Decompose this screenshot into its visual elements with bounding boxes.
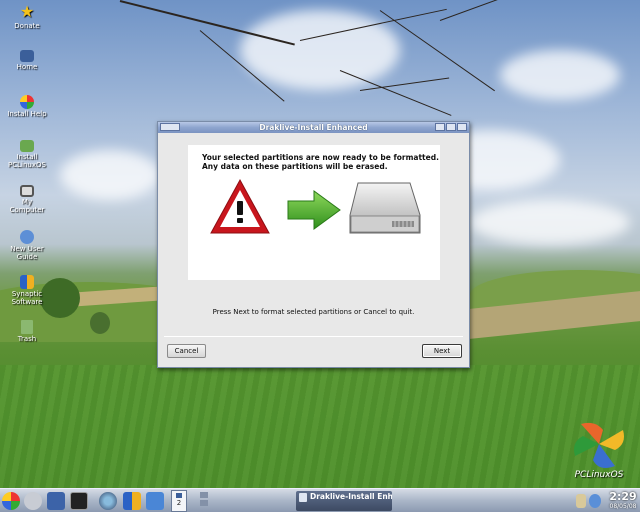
desktop-icon-label: PCLinuxOS [8, 161, 46, 169]
minimize-button[interactable] [435, 123, 445, 131]
tree-branch [339, 70, 452, 116]
cloud [60, 150, 160, 200]
logo-text: PCLinuxOS [574, 470, 624, 480]
desktop-icon-label: New User [10, 245, 44, 253]
clock-date: 08/05/08 [609, 503, 637, 510]
tree [90, 312, 110, 334]
tree-branch [439, 0, 553, 21]
separator [164, 336, 463, 337]
desktop-icon-home[interactable]: Home [2, 50, 52, 71]
clock-time: 2:29 [609, 490, 637, 503]
terminal-icon[interactable] [70, 492, 88, 510]
desktop-icon-my-computer[interactable]: My Computer [2, 185, 52, 214]
dialog-title: Draklive-Install Enhanced [259, 123, 368, 132]
desktop-icon-install-help[interactable]: Install Help [2, 95, 52, 118]
arrow-right-icon [287, 190, 341, 230]
taskbar-inactive-tasks[interactable] [198, 491, 290, 511]
clipboard-icon[interactable] [576, 494, 586, 508]
cloud [240, 10, 400, 90]
pager-window-icon [176, 493, 182, 498]
desktop-icon-label: Synaptic [11, 290, 43, 298]
mouse-icon[interactable] [24, 492, 42, 510]
cancel-button[interactable]: Cancel [167, 344, 206, 358]
desktop-icon-synaptic[interactable]: Synaptic Software [2, 275, 52, 306]
desktop-icon-new-user-guide[interactable]: New User Guide [2, 230, 52, 261]
help-icon [20, 95, 34, 109]
start-menu-icon[interactable] [2, 492, 20, 510]
warning-message: Your selected partitions are now ready t… [202, 153, 439, 171]
installer-task-icon [299, 493, 307, 502]
file-manager-icon[interactable] [47, 492, 65, 510]
cloud [470, 200, 630, 245]
desktop-icon-label: Install [16, 153, 38, 161]
trash-icon [21, 320, 33, 334]
close-button[interactable] [457, 123, 467, 131]
home-folder-icon [20, 50, 34, 62]
star-icon: ★ [19, 2, 35, 21]
cloud [500, 50, 620, 100]
task-faded-icon [200, 500, 208, 506]
logo-icon [574, 422, 624, 468]
hard-drive-icon [349, 182, 421, 234]
warning-message-line: Your selected partitions are now ready t… [202, 153, 439, 162]
grass-field [0, 365, 640, 488]
desktop-icon-label: Install Help [7, 110, 47, 118]
network-icon[interactable] [589, 494, 601, 508]
desktop-icon-label: Home [16, 63, 38, 71]
dialog-titlebar[interactable]: Draklive-Install Enhanced [158, 122, 469, 133]
task-label: Draklive-Install Enh [310, 492, 392, 501]
desktop-icon-label: Software [11, 298, 43, 306]
pager-desktop-number: 2 [176, 499, 182, 507]
task-faded-icon [200, 492, 208, 498]
install-icon [20, 140, 34, 152]
guide-icon [20, 230, 34, 244]
clock[interactable]: 2:29 08/05/08 [608, 490, 638, 510]
desktop-icon-label: Trash [17, 335, 37, 343]
maximize-button[interactable] [446, 123, 456, 131]
control-center-icon[interactable] [146, 492, 164, 510]
desktop-pager[interactable]: 2 [171, 490, 187, 512]
desktop-icon-label: Donate [14, 22, 40, 30]
taskbar-active-task[interactable]: Draklive-Install Enh [296, 491, 392, 511]
desktop-icon-label: My [21, 198, 33, 206]
desktop-icon-install-pclinuxos[interactable]: Install PCLinuxOS [2, 140, 52, 169]
desktop-icon-label: Computer [9, 206, 45, 214]
synaptic-icon [20, 275, 34, 289]
desktop-icon-donate[interactable]: ★ Donate [2, 2, 52, 31]
instruction-text: Press Next to format selected partitions… [212, 308, 415, 316]
taskbar: 2 Draklive-Install Enh 2:29 08/05/08 [0, 488, 640, 512]
package-manager-icon[interactable] [123, 492, 141, 510]
desktop-icon-trash[interactable]: Trash [2, 320, 52, 343]
settings-icon[interactable] [99, 492, 117, 510]
warning-message-line: Any data on these partitions will be era… [202, 162, 388, 171]
message-panel: Your selected partitions are now ready t… [188, 145, 440, 280]
warning-icon [210, 178, 270, 234]
installer-dialog: Draklive-Install Enhanced Your selected … [157, 121, 470, 368]
computer-icon [20, 185, 34, 197]
desktop-icon-label: Guide [16, 253, 38, 261]
pclinuxos-logo: PCLinuxOS [566, 420, 632, 482]
next-button[interactable]: Next [422, 344, 462, 358]
